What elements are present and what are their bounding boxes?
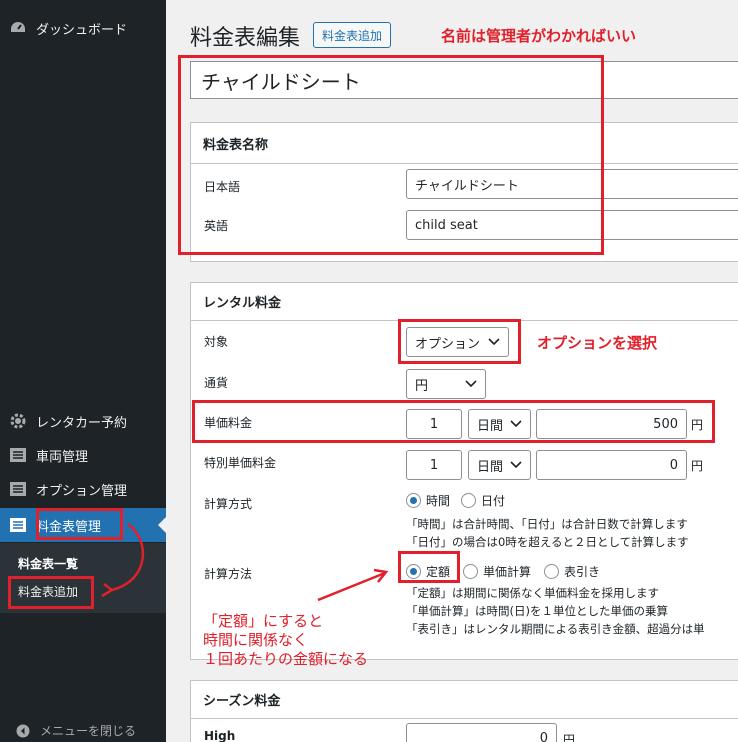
- arrow-head: [101, 583, 115, 598]
- arrow-note-to-fixed: [317, 571, 386, 602]
- annotation-arrows: [101, 522, 389, 602]
- arrow-menu-to-submenu: [111, 522, 145, 592]
